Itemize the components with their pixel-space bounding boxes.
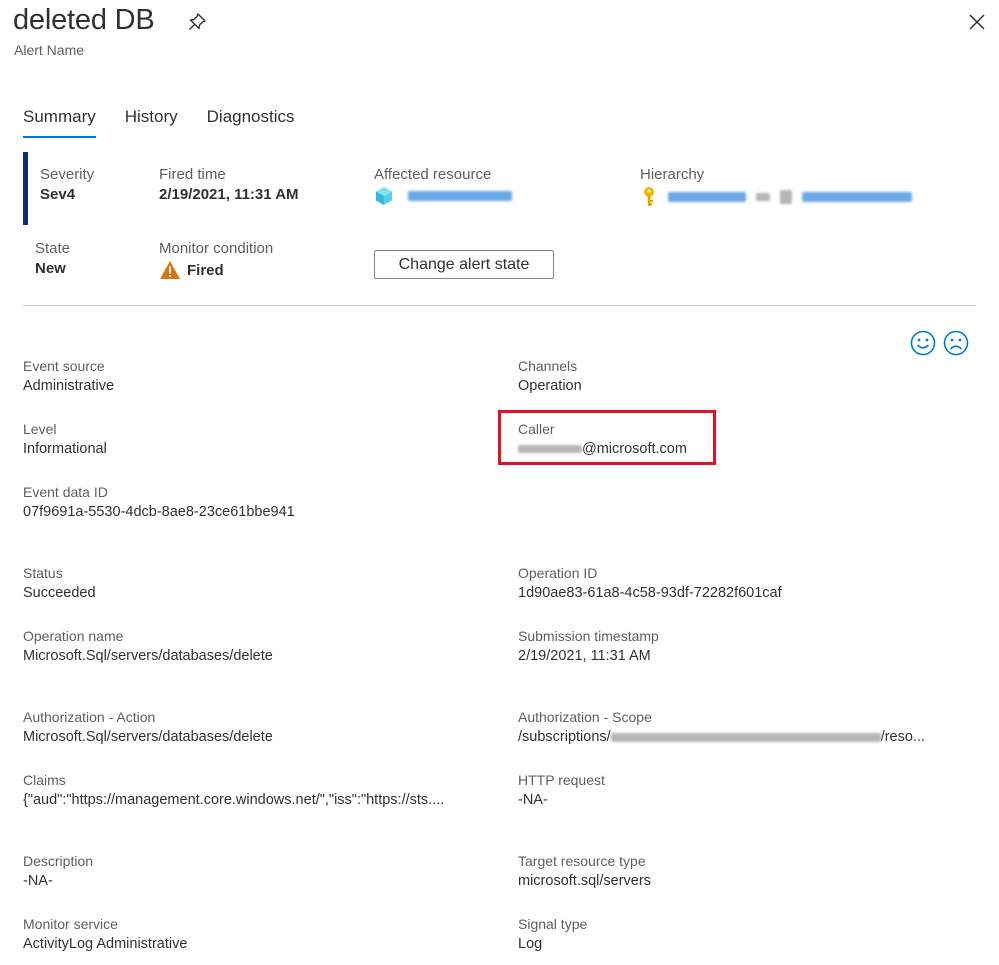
- event-data-id-field: Event data ID 07f9691a-5530-4dcb-8ae8-23…: [23, 484, 295, 520]
- smile-icon[interactable]: [910, 330, 936, 356]
- authorization-action-field: Authorization - Action Microsoft.Sql/ser…: [23, 709, 273, 745]
- authorization-scope-prefix: /subscriptions/: [518, 729, 611, 745]
- tab-history[interactable]: History: [125, 107, 178, 138]
- monitor-condition-value: Fired: [187, 261, 224, 279]
- event-data-id-label: Event data ID: [23, 484, 108, 500]
- authorization-action-label: Authorization - Action: [23, 709, 156, 725]
- claims-field: Claims {"aud":"https://management.core.w…: [23, 772, 444, 808]
- tab-bar: Summary History Diagnostics: [23, 107, 295, 138]
- pin-icon[interactable]: [186, 11, 208, 33]
- http-request-value: -NA-: [518, 792, 548, 808]
- operation-name-value: Microsoft.Sql/servers/databases/delete: [23, 648, 273, 664]
- channels-label: Channels: [518, 358, 578, 374]
- hierarchy-label: Hierarchy: [640, 166, 705, 183]
- signal-type-value: Log: [518, 936, 543, 952]
- level-label: Level: [23, 421, 57, 437]
- change-alert-state-button[interactable]: Change alert state: [374, 250, 554, 279]
- subscription-icon-redacted: [780, 190, 792, 204]
- severity-field: Severity Sev4: [40, 166, 94, 203]
- hierarchy-separator-redacted: [756, 193, 770, 201]
- fired-time-field: Fired time 2/19/2021, 11:31 AM: [159, 166, 299, 203]
- monitor-service-label: Monitor service: [23, 916, 118, 932]
- state-label: State: [35, 240, 71, 257]
- monitor-service-field: Monitor service ActivityLog Administrati…: [23, 916, 187, 952]
- affected-resource-label: Affected resource: [374, 166, 492, 183]
- fired-time-label: Fired time: [159, 166, 226, 183]
- section-divider: [23, 305, 976, 306]
- sql-database-icon: [376, 187, 392, 205]
- authorization-action-value: Microsoft.Sql/servers/databases/delete: [23, 729, 273, 745]
- page-subtitle: Alert Name: [14, 42, 85, 58]
- monitor-condition-field: Monitor condition Fired: [159, 240, 273, 280]
- claims-value: {"aud":"https://management.core.windows.…: [23, 792, 445, 808]
- severity-value: Sev4: [40, 186, 76, 203]
- hierarchy-link-redacted-1[interactable]: [668, 192, 746, 202]
- level-field: Level Informational: [23, 421, 107, 457]
- description-value: -NA-: [23, 873, 53, 889]
- subscription-id-redacted: [610, 732, 881, 742]
- event-source-label: Event source: [23, 358, 105, 374]
- frown-icon[interactable]: [943, 330, 969, 356]
- caller-highlight-box: [498, 410, 716, 465]
- signal-type-field: Signal type Log: [518, 916, 587, 952]
- operation-name-label: Operation name: [23, 628, 124, 644]
- severity-label: Severity: [40, 166, 95, 183]
- hierarchy-link-redacted-2[interactable]: [802, 192, 912, 202]
- submission-timestamp-value: 2/19/2021, 11:31 AM: [518, 648, 651, 664]
- level-value: Informational: [23, 441, 107, 457]
- authorization-scope-field: Authorization - Scope /subscriptions/ /re…: [518, 709, 925, 745]
- http-request-field: HTTP request -NA-: [518, 772, 605, 808]
- target-resource-type-field: Target resource type microsoft.sql/serve…: [518, 853, 651, 889]
- affected-resource-link-redacted[interactable]: [408, 191, 512, 201]
- http-request-label: HTTP request: [518, 772, 605, 788]
- monitor-service-value: ActivityLog Administrative: [23, 936, 188, 952]
- channels-value: Operation: [518, 378, 582, 394]
- event-source-value: Administrative: [23, 378, 115, 394]
- operation-name-field: Operation name Microsoft.Sql/servers/dat…: [23, 628, 273, 664]
- operation-id-field: Operation ID 1d90ae83-61a8-4c58-93df-722…: [518, 565, 782, 601]
- affected-resource-field: Affected resource: [374, 166, 512, 206]
- state-field: State New: [35, 240, 70, 277]
- event-source-field: Event source Administrative: [23, 358, 114, 394]
- description-label: Description: [23, 853, 94, 869]
- monitor-condition-label: Monitor condition: [159, 240, 274, 257]
- description-field: Description -NA-: [23, 853, 93, 889]
- authorization-scope-suffix: /reso...: [880, 729, 926, 745]
- warning-icon: [160, 261, 180, 279]
- tab-diagnostics[interactable]: Diagnostics: [207, 107, 295, 138]
- operation-id-label: Operation ID: [518, 565, 598, 581]
- event-data-id-value: 07f9691a-5530-4dcb-8ae8-23ce61bbe941: [23, 504, 295, 520]
- submission-timestamp-label: Submission timestamp: [518, 628, 659, 644]
- hierarchy-field: Hierarchy: [640, 166, 912, 208]
- tab-summary[interactable]: Summary: [23, 107, 96, 138]
- fired-time-value: 2/19/2021, 11:31 AM: [159, 186, 299, 203]
- submission-timestamp-field: Submission timestamp 2/19/2021, 11:31 AM: [518, 628, 659, 664]
- status-label: Status: [23, 565, 63, 581]
- claims-label: Claims: [23, 772, 66, 788]
- signal-type-label: Signal type: [518, 916, 588, 932]
- authorization-scope-label: Authorization - Scope: [518, 709, 652, 725]
- page-title: deleted DB: [13, 4, 155, 36]
- status-value: Succeeded: [23, 585, 96, 601]
- state-value: New: [35, 260, 66, 277]
- target-resource-type-label: Target resource type: [518, 853, 646, 869]
- channels-field: Channels Operation: [518, 358, 582, 394]
- close-icon[interactable]: [966, 11, 988, 33]
- operation-id-value: 1d90ae83-61a8-4c58-93df-72282f601caf: [518, 585, 782, 601]
- status-field: Status Succeeded: [23, 565, 96, 601]
- target-resource-type-value: microsoft.sql/servers: [518, 873, 651, 889]
- key-icon: [644, 187, 654, 206]
- severity-accent-bar: [23, 152, 28, 225]
